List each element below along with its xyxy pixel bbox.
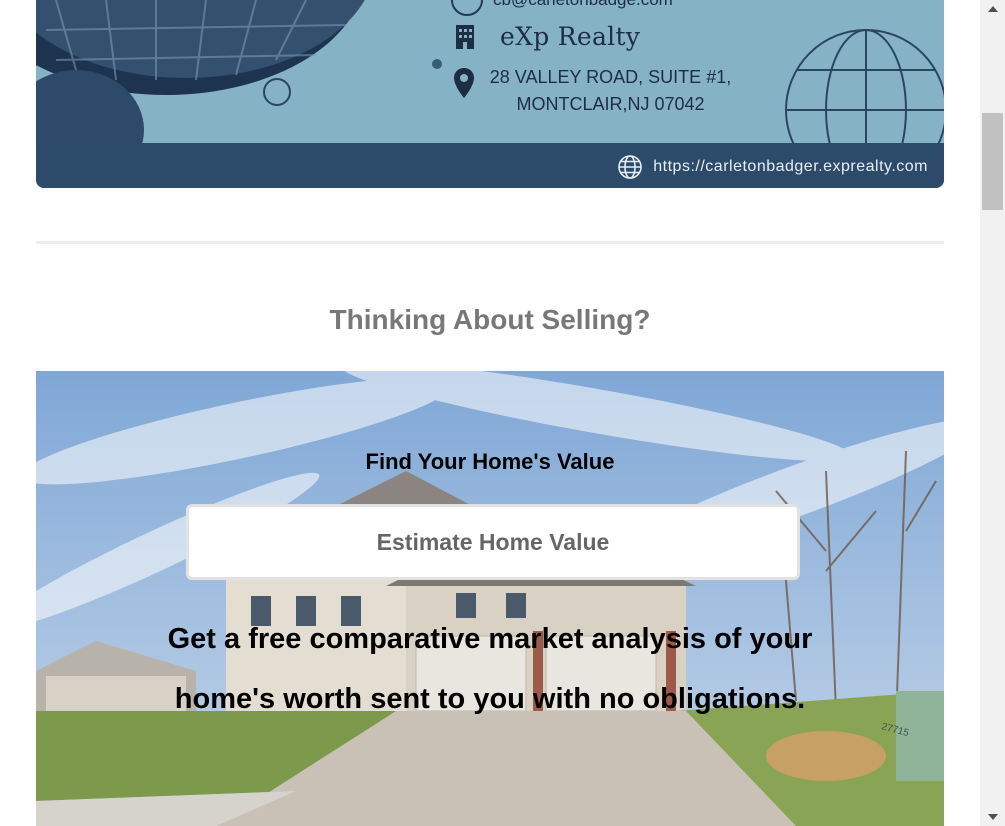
hero-tagline-line-1: Get a free comparative market analysis o…	[167, 623, 813, 655]
globe-icon	[618, 155, 643, 179]
company-row: eXp Realty	[454, 22, 640, 51]
address-line-1: 28 VALLEY ROAD, SUITE #1,	[489, 67, 732, 87]
scroll-down-arrow-icon[interactable]	[988, 814, 998, 820]
vertical-scrollbar[interactable]	[980, 0, 1005, 826]
find-home-value-label: Find Your Home's Value	[365, 449, 615, 474]
website-row[interactable]: https://carletonbadger.exprealty.com	[617, 154, 928, 180]
estimate-home-value-button[interactable]: Estimate Home Value	[186, 504, 800, 580]
hero-tagline: Get a free comparative market analysis o…	[126, 609, 854, 729]
company-name: eXp Realty	[500, 22, 641, 51]
house-photo: 27715	[36, 371, 944, 826]
scrollbar-thumb[interactable]	[982, 113, 1003, 210]
card-footer: https://carletonbadger.exprealty.com	[36, 143, 944, 188]
business-card-banner: cb@carletonbadge.com eXp Realty 28 VALLE…	[36, 0, 944, 188]
email-text: cb@carletonbadge.com	[493, 0, 673, 10]
section-divider	[36, 241, 944, 244]
location-pin-icon	[454, 68, 474, 98]
envelope-icon	[451, 0, 483, 16]
address: 28 VALLEY ROAD, SUITE #1, MONTCLAIR,NJ 0…	[478, 64, 743, 118]
building-icon	[456, 24, 474, 49]
home-value-hero: 27715 Find Your Home's Value Estimate Ho…	[36, 371, 944, 826]
website-link[interactable]: https://carletonbadger.exprealty.com	[653, 158, 928, 176]
scroll-up-arrow-icon[interactable]	[988, 6, 998, 12]
email-row: cb@carletonbadge.com	[451, 0, 673, 16]
address-line-2: MONTCLAIR,NJ 07042	[516, 94, 705, 114]
section-title: Thinking About Selling?	[329, 304, 651, 335]
hero-tagline-line-2: home's worth sent to you with no obligat…	[174, 683, 806, 715]
